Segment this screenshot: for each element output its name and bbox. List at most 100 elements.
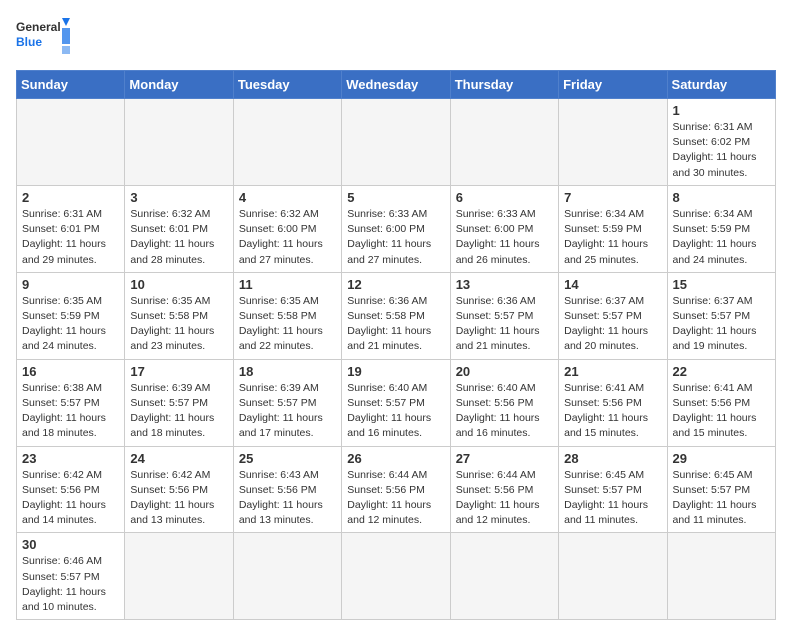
day-number: 11 bbox=[239, 277, 336, 292]
day-number: 21 bbox=[564, 364, 661, 379]
calendar-cell: 19 Sunrise: 6:40 AMSunset: 5:57 PMDayligh… bbox=[342, 359, 450, 446]
day-info: Sunrise: 6:45 AMSunset: 5:57 PMDaylight:… bbox=[673, 468, 770, 529]
day-info: Sunrise: 6:37 AMSunset: 5:57 PMDaylight:… bbox=[564, 294, 661, 355]
day-info: Sunrise: 6:41 AMSunset: 5:56 PMDaylight:… bbox=[564, 381, 661, 442]
calendar-table: SundayMondayTuesdayWednesdayThursdayFrid… bbox=[16, 70, 776, 620]
weekday-header-monday: Monday bbox=[125, 71, 233, 99]
calendar-cell: 18Sunrise: 6:39 AMSunset: 5:57 PMDayligh… bbox=[233, 359, 341, 446]
day-info: Sunrise: 6:42 AMSunset: 5:56 PMDaylight:… bbox=[22, 468, 119, 529]
calendar-week-row: 16 Sunrise: 6:38 AMSunset: 5:57 PMDayligh… bbox=[17, 359, 776, 446]
day-number: 29 bbox=[673, 451, 770, 466]
calendar-cell: 27Sunrise: 6:44 AMSunset: 5:56 PMDayligh… bbox=[450, 446, 558, 533]
day-number: 3 bbox=[130, 190, 227, 205]
calendar-cell: 20Sunrise: 6:40 AMSunset: 5:56 PMDayligh… bbox=[450, 359, 558, 446]
generalblue-logo: General Blue bbox=[16, 16, 76, 60]
day-info: Sunrise: 6:35 AMSunset: 5:58 PMDaylight:… bbox=[130, 294, 227, 355]
day-number: 8 bbox=[673, 190, 770, 205]
day-info: Sunrise: 6:43 AMSunset: 5:56 PMDaylight:… bbox=[239, 468, 336, 529]
weekday-header-friday: Friday bbox=[559, 71, 667, 99]
day-info: Sunrise: 6:44 AMSunset: 5:56 PMDaylight:… bbox=[347, 468, 444, 529]
weekday-header-sunday: Sunday bbox=[17, 71, 125, 99]
calendar-week-row: 9Sunrise: 6:35 AMSunset: 5:59 PMDaylight… bbox=[17, 272, 776, 359]
day-info: Sunrise: 6:39 AMSunset: 5:57 PMDaylight:… bbox=[130, 381, 227, 442]
logo: General Blue bbox=[16, 16, 76, 60]
day-number: 6 bbox=[456, 190, 553, 205]
calendar-cell bbox=[17, 99, 125, 186]
calendar-cell: 10 Sunrise: 6:35 AMSunset: 5:58 PMDayligh… bbox=[125, 272, 233, 359]
calendar-cell: 13 Sunrise: 6:36 AMSunset: 5:57 PMDayligh… bbox=[450, 272, 558, 359]
calendar-cell: 25 Sunrise: 6:43 AMSunset: 5:56 PMDayligh… bbox=[233, 446, 341, 533]
day-info: Sunrise: 6:32 AMSunset: 6:01 PMDaylight:… bbox=[130, 207, 227, 268]
day-number: 24 bbox=[130, 451, 227, 466]
calendar-cell: 21 Sunrise: 6:41 AMSunset: 5:56 PMDayligh… bbox=[559, 359, 667, 446]
day-number: 19 bbox=[347, 364, 444, 379]
day-number: 12 bbox=[347, 277, 444, 292]
day-number: 20 bbox=[456, 364, 553, 379]
calendar-cell bbox=[667, 533, 775, 620]
calendar-cell: 24 Sunrise: 6:42 AMSunset: 5:56 PMDayligh… bbox=[125, 446, 233, 533]
calendar-cell: 3 Sunrise: 6:32 AMSunset: 6:01 PMDaylight… bbox=[125, 185, 233, 272]
calendar-cell bbox=[450, 99, 558, 186]
calendar-cell: 17Sunrise: 6:39 AMSunset: 5:57 PMDayligh… bbox=[125, 359, 233, 446]
day-info: Sunrise: 6:36 AMSunset: 5:58 PMDaylight:… bbox=[347, 294, 444, 355]
calendar-cell bbox=[233, 533, 341, 620]
calendar-cell: 26 Sunrise: 6:44 AMSunset: 5:56 PMDayligh… bbox=[342, 446, 450, 533]
page-header: General Blue bbox=[16, 16, 776, 60]
calendar-cell: 4 Sunrise: 6:32 AMSunset: 6:00 PMDaylight… bbox=[233, 185, 341, 272]
day-info: Sunrise: 6:37 AMSunset: 5:57 PMDaylight:… bbox=[673, 294, 770, 355]
calendar-cell: 23Sunrise: 6:42 AMSunset: 5:56 PMDayligh… bbox=[17, 446, 125, 533]
weekday-header-thursday: Thursday bbox=[450, 71, 558, 99]
calendar-cell: 29 Sunrise: 6:45 AMSunset: 5:57 PMDayligh… bbox=[667, 446, 775, 533]
calendar-cell bbox=[233, 99, 341, 186]
day-info: Sunrise: 6:36 AMSunset: 5:57 PMDaylight:… bbox=[456, 294, 553, 355]
day-number: 2 bbox=[22, 190, 119, 205]
calendar-cell: 28Sunrise: 6:45 AMSunset: 5:57 PMDayligh… bbox=[559, 446, 667, 533]
calendar-cell: 15 Sunrise: 6:37 AMSunset: 5:57 PMDayligh… bbox=[667, 272, 775, 359]
calendar-cell: 8 Sunrise: 6:34 AMSunset: 5:59 PMDaylight… bbox=[667, 185, 775, 272]
day-number: 13 bbox=[456, 277, 553, 292]
day-info: Sunrise: 6:34 AMSunset: 5:59 PMDaylight:… bbox=[673, 207, 770, 268]
calendar-cell: 6 Sunrise: 6:33 AMSunset: 6:00 PMDaylight… bbox=[450, 185, 558, 272]
day-number: 25 bbox=[239, 451, 336, 466]
day-info: Sunrise: 6:46 AMSunset: 5:57 PMDaylight:… bbox=[22, 554, 119, 615]
day-info: Sunrise: 6:33 AMSunset: 6:00 PMDaylight:… bbox=[456, 207, 553, 268]
day-info: Sunrise: 6:40 AMSunset: 5:57 PMDaylight:… bbox=[347, 381, 444, 442]
calendar-cell: 22Sunrise: 6:41 AMSunset: 5:56 PMDayligh… bbox=[667, 359, 775, 446]
day-info: Sunrise: 6:31 AMSunset: 6:02 PMDaylight:… bbox=[673, 120, 770, 181]
day-info: Sunrise: 6:38 AMSunset: 5:57 PMDaylight:… bbox=[22, 381, 119, 442]
calendar-cell: 9Sunrise: 6:35 AMSunset: 5:59 PMDaylight… bbox=[17, 272, 125, 359]
calendar-cell bbox=[125, 99, 233, 186]
calendar-cell: 30Sunrise: 6:46 AMSunset: 5:57 PMDayligh… bbox=[17, 533, 125, 620]
calendar-cell bbox=[559, 99, 667, 186]
calendar-cell: 7 Sunrise: 6:34 AMSunset: 5:59 PMDaylight… bbox=[559, 185, 667, 272]
day-number: 4 bbox=[239, 190, 336, 205]
calendar-cell bbox=[450, 533, 558, 620]
day-number: 27 bbox=[456, 451, 553, 466]
day-number: 16 bbox=[22, 364, 119, 379]
day-info: Sunrise: 6:34 AMSunset: 5:59 PMDaylight:… bbox=[564, 207, 661, 268]
calendar-cell bbox=[342, 99, 450, 186]
calendar-cell bbox=[559, 533, 667, 620]
day-number: 7 bbox=[564, 190, 661, 205]
day-number: 10 bbox=[130, 277, 227, 292]
day-number: 26 bbox=[347, 451, 444, 466]
day-info: Sunrise: 6:32 AMSunset: 6:00 PMDaylight:… bbox=[239, 207, 336, 268]
calendar-cell: 16 Sunrise: 6:38 AMSunset: 5:57 PMDayligh… bbox=[17, 359, 125, 446]
svg-text:General: General bbox=[16, 20, 61, 34]
weekday-header-wednesday: Wednesday bbox=[342, 71, 450, 99]
day-info: Sunrise: 6:31 AMSunset: 6:01 PMDaylight:… bbox=[22, 207, 119, 268]
day-number: 15 bbox=[673, 277, 770, 292]
calendar-cell: 1Sunrise: 6:31 AMSunset: 6:02 PMDaylight… bbox=[667, 99, 775, 186]
calendar-week-row: 2 Sunrise: 6:31 AMSunset: 6:01 PMDaylight… bbox=[17, 185, 776, 272]
day-number: 14 bbox=[564, 277, 661, 292]
weekday-header-row: SundayMondayTuesdayWednesdayThursdayFrid… bbox=[17, 71, 776, 99]
day-number: 22 bbox=[673, 364, 770, 379]
day-info: Sunrise: 6:35 AMSunset: 5:58 PMDaylight:… bbox=[239, 294, 336, 355]
day-info: Sunrise: 6:39 AMSunset: 5:57 PMDaylight:… bbox=[239, 381, 336, 442]
calendar-week-row: 1Sunrise: 6:31 AMSunset: 6:02 PMDaylight… bbox=[17, 99, 776, 186]
day-number: 9 bbox=[22, 277, 119, 292]
day-info: Sunrise: 6:33 AMSunset: 6:00 PMDaylight:… bbox=[347, 207, 444, 268]
calendar-cell: 11 Sunrise: 6:35 AMSunset: 5:58 PMDayligh… bbox=[233, 272, 341, 359]
calendar-week-row: 23Sunrise: 6:42 AMSunset: 5:56 PMDayligh… bbox=[17, 446, 776, 533]
day-info: Sunrise: 6:42 AMSunset: 5:56 PMDaylight:… bbox=[130, 468, 227, 529]
